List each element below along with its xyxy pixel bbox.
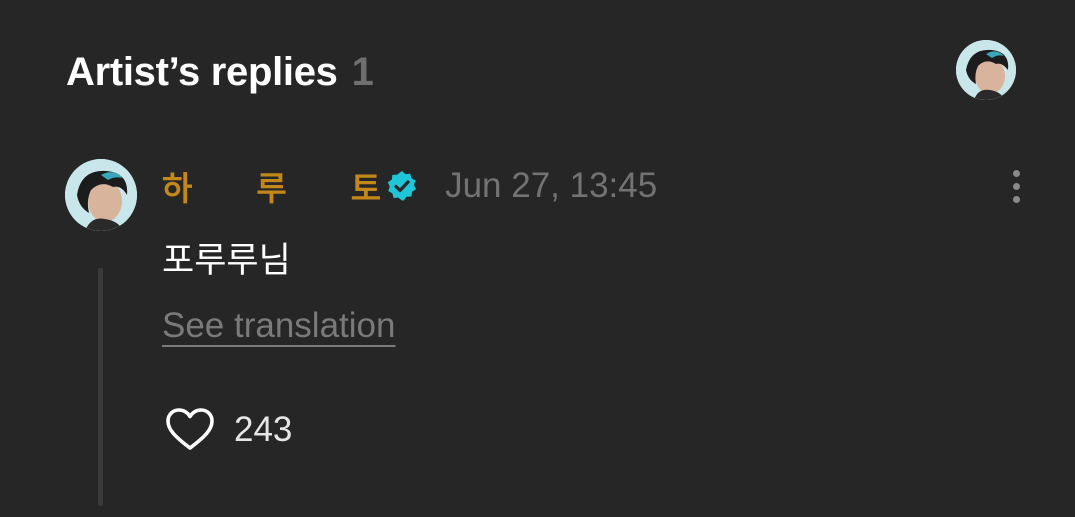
thread-line	[98, 268, 103, 506]
header-avatar[interactable]	[956, 40, 1016, 100]
section-title: Artist’s replies	[66, 49, 338, 94]
comment-author-row: 하루토 Jun 27, 13:45	[162, 164, 657, 208]
replies-count: 1	[351, 49, 374, 94]
like-count: 243	[234, 410, 293, 449]
author-avatar[interactable]	[65, 159, 137, 231]
comment-body: 포루루님	[162, 241, 291, 281]
replies-header: Artist’s replies 1	[66, 44, 374, 100]
see-translation-link[interactable]: See translation	[162, 306, 395, 346]
more-dot	[1012, 195, 1020, 203]
like-row: 243	[162, 402, 292, 458]
artist-avatar-icon	[65, 159, 137, 231]
heart-outline-icon[interactable]	[162, 402, 218, 458]
more-dot	[1012, 182, 1020, 190]
artist-avatar-icon	[956, 40, 1016, 100]
verified-badge-icon	[385, 169, 419, 203]
comment-timestamp: Jun 27, 13:45	[445, 166, 658, 205]
more-vertical-icon	[1012, 169, 1020, 177]
more-options-button[interactable]	[1000, 164, 1032, 208]
